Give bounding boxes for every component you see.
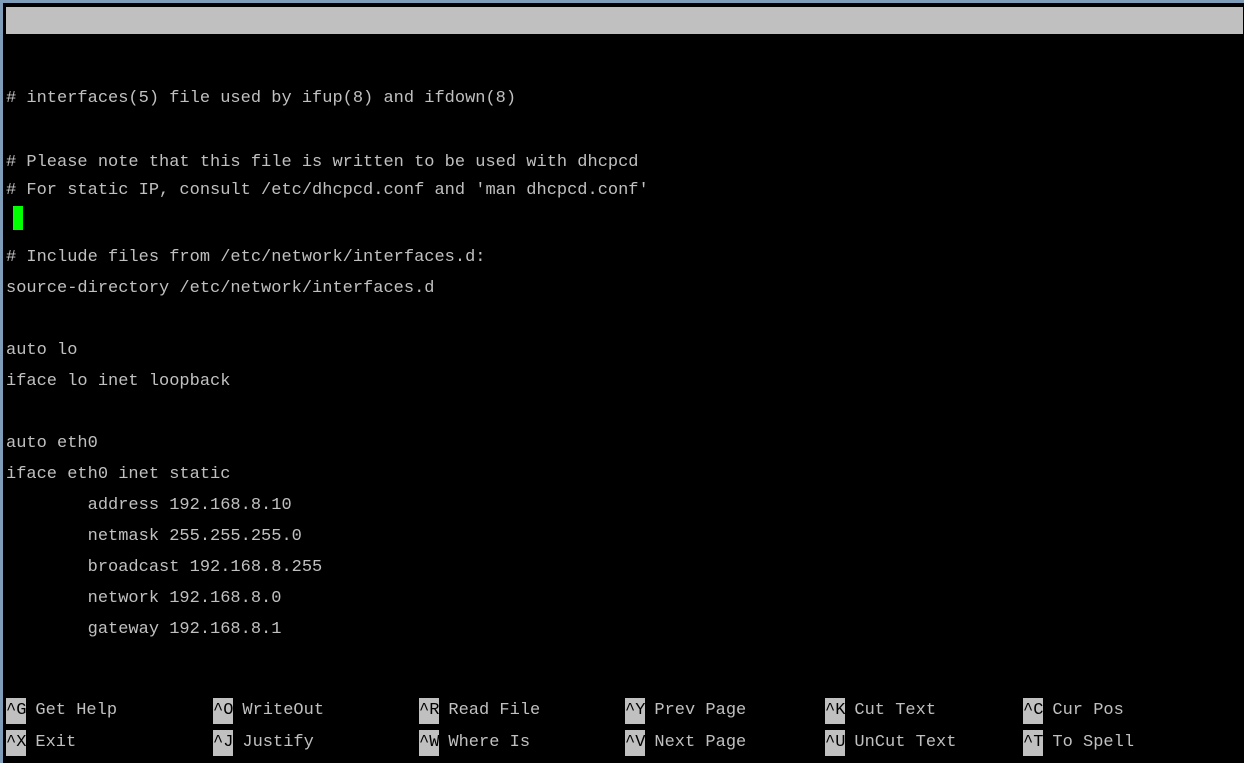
shortcut-key: ^J [213,730,234,756]
shortcut-label: Prev Page [654,701,747,720]
shortcut-cur-pos[interactable]: ^C Cur Pos [1023,698,1124,724]
shortcut-label: To Spell [1052,733,1135,752]
shortcut-key: ^X [6,730,27,756]
shortcut-next-page[interactable]: ^V Next Page [625,730,746,756]
editor-line[interactable]: address 192.168.8.10 [6,492,292,520]
editor-line[interactable]: source-directory /etc/network/interfaces… [6,275,434,303]
shortcut-label: Justify [242,733,314,752]
shortcut-label: Next Page [654,733,747,752]
shortcut-key: ^Y [625,698,646,724]
editor-line[interactable]: netmask 255.255.255.0 [6,523,302,551]
terminal-window[interactable]: GNU nano 2.2.6 File: /etc/network/interf… [0,0,1244,763]
shortcut-where-is[interactable]: ^W Where Is [419,730,530,756]
editor-line[interactable]: # For static IP, consult /etc/dhcpcd.con… [6,177,649,205]
shortcut-to-spell[interactable]: ^T To Spell [1023,730,1134,756]
shortcut-read-file[interactable]: ^R Read File [419,698,540,724]
shortcut-label: Read File [448,701,541,720]
app-version: GNU nano 2.2.6 [48,38,191,57]
editor-line[interactable]: # Include files from /etc/network/interf… [6,244,485,272]
editor-line[interactable]: auto lo [6,337,77,365]
shortcut-get-help[interactable]: ^G Get Help [6,698,117,724]
text-cursor [13,206,23,230]
shortcut-key: ^W [419,730,440,756]
shortcut-key: ^C [1023,698,1044,724]
editor-line[interactable]: # Please note that this file is written … [6,149,639,177]
editor-line[interactable]: broadcast 192.168.8.255 [6,554,323,582]
editor-line[interactable]: iface lo inet loopback [6,368,230,396]
editor-line[interactable]: network 192.168.8.0 [6,585,282,613]
shortcut-uncut-text[interactable]: ^U UnCut Text [825,730,956,756]
shortcut-writeout[interactable]: ^O WriteOut [213,698,324,724]
shortcut-key: ^V [625,730,646,756]
nano-title-bar: GNU nano 2.2.6 File: /etc/network/interf… [6,7,1243,84]
shortcut-label: WriteOut [242,701,325,720]
shortcut-justify[interactable]: ^J Justify [213,730,314,756]
editor-line[interactable]: auto eth0 [6,430,98,458]
shortcut-label: UnCut Text [854,733,957,752]
shortcut-key: ^K [825,698,846,724]
editor-line[interactable]: # interfaces(5) file used by ifup(8) and… [6,85,516,113]
shortcut-key: ^O [213,698,234,724]
shortcut-exit[interactable]: ^X Exit [6,730,76,756]
shortcut-label: Get Help [35,701,118,720]
shortcut-key: ^U [825,730,846,756]
shortcut-label: Cut Text [854,701,937,720]
shortcut-label: Cur Pos [1052,701,1124,720]
shortcut-key: ^R [419,698,440,724]
file-name: File: /etc/network/interfaces [406,65,702,84]
shortcut-label: Where Is [448,733,531,752]
shortcut-key: ^T [1023,730,1044,756]
editor-line[interactable]: gateway 192.168.8.1 [6,616,282,644]
editor-line[interactable]: iface eth0 inet static [6,461,230,489]
shortcut-cut-text[interactable]: ^K Cut Text [825,698,936,724]
shortcut-prev-page[interactable]: ^Y Prev Page [625,698,746,724]
shortcut-key: ^G [6,698,27,724]
shortcut-label: Exit [35,733,77,752]
